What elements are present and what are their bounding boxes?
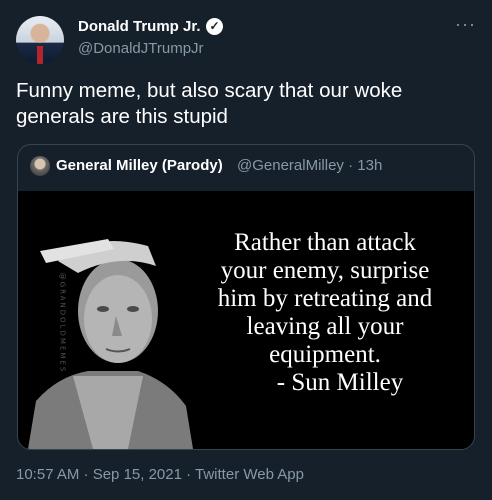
tweet-text: Funny meme, but also scary that our woke… bbox=[16, 79, 403, 128]
meme-caption-line: - Sun Milley bbox=[276, 369, 404, 396]
meme-caption-line: equipment. bbox=[269, 341, 381, 368]
tweet-card: Donald Trump Jr. ✓ @DonaldJTrumpJr ··· F… bbox=[0, 0, 492, 500]
meme-caption-line: him by retreating and bbox=[217, 285, 433, 312]
meme-caption-line: leaving all your bbox=[246, 313, 404, 340]
meme-caption: Rather than attack your enemy, surprise … bbox=[180, 229, 470, 397]
quoted-author-name: General Milley (Parody) bbox=[56, 157, 223, 174]
tweet-header: Donald Trump Jr. ✓ @DonaldJTrumpJr ··· bbox=[16, 10, 476, 64]
more-options-icon[interactable]: ··· bbox=[455, 14, 476, 35]
author-avatar[interactable] bbox=[16, 16, 64, 64]
meme-image[interactable]: @GRANDOLDMEMES Rather than attack your e… bbox=[18, 191, 474, 449]
verified-badge-icon: ✓ bbox=[206, 18, 223, 35]
quoted-author-handle-time: @GeneralMilley · 13h bbox=[237, 157, 383, 174]
meme-caption-line: Rather than attack bbox=[234, 229, 416, 256]
meme-watermark: @GRANDOLDMEMES bbox=[58, 272, 67, 374]
quoted-tweet-header: General Milley (Parody) @GeneralMilley ·… bbox=[30, 155, 460, 177]
tweet-timestamp[interactable]: 10:57 AM · Sep 15, 2021 · Twitter Web Ap… bbox=[16, 466, 304, 483]
meme-caption-line: your enemy, surprise bbox=[220, 257, 430, 284]
author-name[interactable]: Donald Trump Jr. bbox=[78, 18, 201, 35]
quoted-tweet[interactable]: General Milley (Parody) @GeneralMilley ·… bbox=[17, 144, 475, 450]
quoted-author-avatar bbox=[30, 156, 50, 176]
author-handle[interactable]: @DonaldJTrumpJr bbox=[78, 40, 204, 57]
